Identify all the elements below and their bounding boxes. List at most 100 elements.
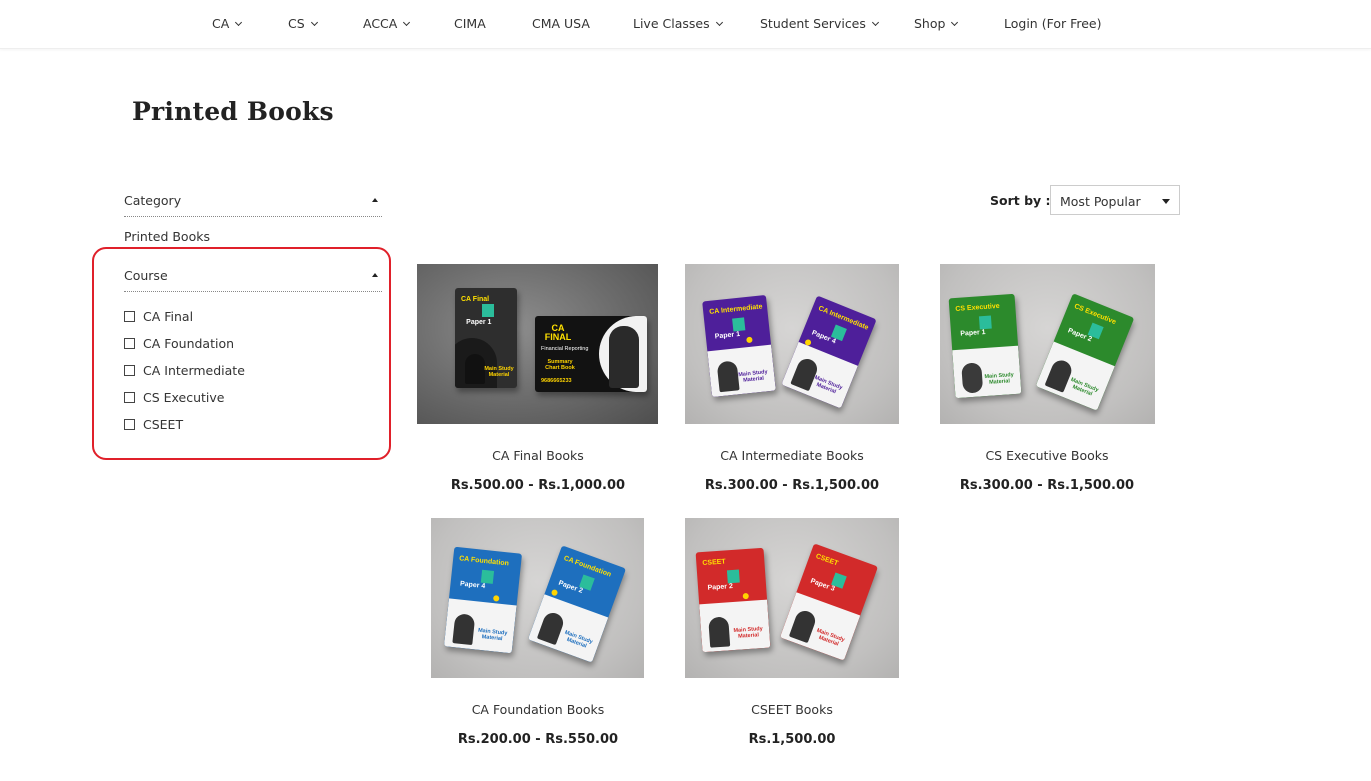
nav-item-cima[interactable]: CIMA bbox=[454, 16, 486, 31]
course-option-ca-intermediate[interactable]: CA Intermediate bbox=[124, 357, 245, 384]
chevron-down-icon bbox=[310, 18, 318, 26]
book-title: CSEET bbox=[814, 552, 839, 568]
author-photo bbox=[716, 360, 740, 393]
checkbox[interactable] bbox=[124, 419, 135, 430]
product-image[interactable]: CA Intermediate Paper 1 Main Study Mater… bbox=[685, 264, 899, 424]
nav-item-ca[interactable]: CA bbox=[212, 16, 243, 31]
checkbox[interactable] bbox=[124, 338, 135, 349]
nav-item-label: CS bbox=[288, 16, 305, 31]
sort-select[interactable]: Most Popular bbox=[1050, 185, 1180, 215]
course-option-cseet[interactable]: CSEET bbox=[124, 411, 245, 438]
product-card-ca-intermediate: CA Intermediate Paper 1 Main Study Mater… bbox=[667, 264, 917, 504]
product-price: Rs.300.00 - Rs.1,500.00 bbox=[704, 478, 880, 493]
book-cover: CSEET Paper 2 Main Study Material bbox=[695, 547, 771, 653]
nav-item-label: CIMA bbox=[454, 16, 486, 31]
nav-item-label: Live Classes bbox=[633, 16, 710, 31]
course-option-label: CA Intermediate bbox=[143, 363, 245, 378]
course-filter-title: Course bbox=[124, 268, 168, 283]
category-link-printed-books[interactable]: Printed Books bbox=[124, 229, 210, 244]
product-name[interactable]: CSEET Books bbox=[667, 702, 917, 717]
course-option-label: CS Executive bbox=[143, 390, 225, 405]
sort-selected-value: Most Popular bbox=[1060, 194, 1141, 209]
product-card-ca-final: CA Final Paper 1 Main Study Material CA … bbox=[413, 264, 663, 504]
checkbox[interactable] bbox=[124, 365, 135, 376]
checkbox[interactable] bbox=[124, 392, 135, 403]
book-subtitle: Main Study Material bbox=[484, 365, 514, 378]
nav-item-cma-usa[interactable]: CMA USA bbox=[532, 16, 590, 31]
nav-item-shop[interactable]: Shop bbox=[914, 16, 959, 31]
book-title: CA Intermediate bbox=[708, 303, 763, 316]
product-price: Rs.200.00 - Rs.550.00 bbox=[457, 732, 619, 747]
book-paper: Paper 1 bbox=[960, 328, 986, 338]
nav-item-live-classes[interactable]: Live Classes bbox=[633, 16, 723, 31]
chevron-down-icon bbox=[871, 18, 879, 26]
logo-icon bbox=[482, 304, 495, 317]
category-filter-header[interactable]: Category bbox=[124, 193, 382, 217]
category-filter-title: Category bbox=[124, 193, 182, 208]
nav-item-label: Login (For Free) bbox=[1004, 16, 1102, 31]
nav-item-student-services[interactable]: Student Services bbox=[760, 16, 879, 31]
book-cover: CA Intermediate Paper 1 Main Study Mater… bbox=[702, 294, 776, 398]
book-summary: Summary Chart Book bbox=[545, 359, 575, 372]
book-title: CA Final bbox=[461, 296, 490, 303]
book-subtitle: Main Study Material bbox=[733, 625, 763, 640]
book-title: CSEET bbox=[702, 558, 726, 568]
product-card-ca-foundation: CA Foundation Paper 4 Main Study Materia… bbox=[413, 518, 663, 758]
book-title: CS Executive bbox=[955, 302, 1000, 313]
nav-item-label: CA bbox=[212, 16, 230, 31]
nav-item-cs[interactable]: CS bbox=[288, 16, 318, 31]
course-filter-list: CA Final CA Foundation CA Intermediate C… bbox=[124, 303, 245, 438]
chevron-down-icon bbox=[235, 18, 243, 26]
course-option-ca-foundation[interactable]: CA Foundation bbox=[124, 330, 245, 357]
book-title: CA FINAL bbox=[544, 323, 572, 343]
logo-icon bbox=[978, 315, 992, 330]
product-price: Rs.500.00 - Rs.1,000.00 bbox=[450, 478, 626, 493]
product-name[interactable]: CA Intermediate Books bbox=[667, 448, 917, 463]
chevron-down-icon bbox=[951, 18, 959, 26]
top-navigation: CA CS ACCA CIMA CMA USA Live Classes Stu… bbox=[0, 0, 1371, 49]
decorative-dot bbox=[742, 592, 749, 600]
nav-item-label: ACCA bbox=[363, 16, 398, 31]
chevron-down-icon bbox=[403, 18, 411, 26]
course-option-label: CSEET bbox=[143, 417, 184, 432]
product-image[interactable]: CS Executive Paper 1 Main Study Material… bbox=[940, 264, 1155, 424]
book-cover: CA Foundation Paper 2 Main Study Materia… bbox=[527, 545, 627, 663]
course-option-label: CA Foundation bbox=[143, 336, 235, 351]
nav-item-label: CMA USA bbox=[532, 16, 590, 31]
author-photo bbox=[452, 613, 476, 646]
product-name[interactable]: CS Executive Books bbox=[922, 448, 1172, 463]
book-cover: CA Intermediate Paper 4 Main Study Mater… bbox=[781, 295, 877, 409]
product-image[interactable]: CA Foundation Paper 4 Main Study Materia… bbox=[431, 518, 644, 678]
checkbox[interactable] bbox=[124, 311, 135, 322]
book-paper: Paper 2 bbox=[707, 582, 734, 592]
product-price: Rs.1,500.00 bbox=[748, 732, 836, 747]
book-paper: Paper 4 bbox=[459, 580, 486, 591]
product-name[interactable]: CA Foundation Books bbox=[413, 702, 663, 717]
book-cover: CA Foundation Paper 4 Main Study Materia… bbox=[443, 546, 523, 654]
book-cover: CA FINAL Financial Reporting Summary Cha… bbox=[535, 316, 647, 392]
caret-up-icon bbox=[372, 198, 378, 202]
course-option-cs-executive[interactable]: CS Executive bbox=[124, 384, 245, 411]
book-title: CS Executive bbox=[1073, 302, 1117, 327]
nav-item-label: Student Services bbox=[760, 16, 866, 31]
course-option-ca-final[interactable]: CA Final bbox=[124, 303, 245, 330]
product-card-cseet: CSEET Paper 2 Main Study Material CSEET … bbox=[667, 518, 917, 758]
nav-item-login[interactable]: Login (For Free) bbox=[1004, 16, 1101, 31]
sort-label: Sort by : bbox=[990, 193, 1051, 208]
product-card-cs-executive: CS Executive Paper 1 Main Study Material… bbox=[922, 264, 1172, 504]
author-photo bbox=[708, 616, 731, 648]
book-paper: Paper 1 bbox=[466, 319, 492, 326]
logo-icon bbox=[480, 569, 494, 584]
book-cover: CSEET Paper 3 Main Study Material bbox=[779, 543, 879, 661]
nav-item-acca[interactable]: ACCA bbox=[363, 16, 411, 31]
author-photo bbox=[961, 362, 984, 394]
decorative-dot bbox=[746, 336, 753, 344]
product-image[interactable]: CA Final Paper 1 Main Study Material CA … bbox=[417, 264, 658, 424]
book-cover: CS Executive Paper 2 Main Study Material bbox=[1035, 293, 1135, 411]
book-subtitle: Main Study Material bbox=[984, 371, 1014, 386]
product-image[interactable]: CSEET Paper 2 Main Study Material CSEET … bbox=[685, 518, 899, 678]
course-filter-header[interactable]: Course bbox=[124, 268, 382, 292]
logo-icon bbox=[732, 317, 746, 332]
page-title: Printed Books bbox=[132, 97, 334, 126]
product-name[interactable]: CA Final Books bbox=[413, 448, 663, 463]
